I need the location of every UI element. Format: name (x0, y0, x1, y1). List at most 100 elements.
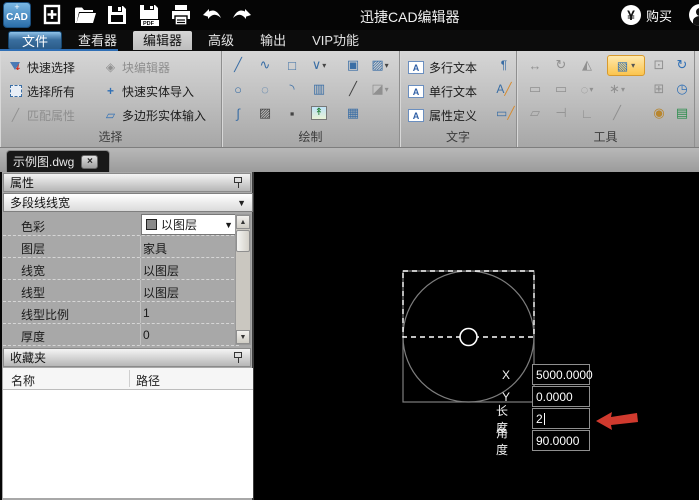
rectangle-icon[interactable]: □ (282, 55, 302, 75)
block-editor-icon: ◈ (105, 60, 116, 74)
color-swatch (146, 219, 157, 230)
singleline-text-button[interactable]: A 单行文本 (408, 79, 477, 103)
prop-row-color: 色彩 以图层 ▼ (3, 214, 239, 236)
ribbon-group-select: ↯ 快速选择 选择所有 ╱ 匹配属性 ◈ 块编辑器 + 快速实体导入 ▱ 多边形… (0, 51, 222, 147)
x-input[interactable]: 5000.0000 (532, 364, 593, 385)
group-label-draw: 绘制 (298, 130, 323, 144)
scrollbar-thumb[interactable] (236, 230, 250, 252)
fillet-icon: ∟ (580, 105, 594, 121)
favorites-col-name[interactable]: 名称 (11, 372, 35, 389)
multiline-text-icon: A (408, 60, 424, 74)
hatch-icon[interactable]: ▨ (255, 103, 275, 123)
yen-icon: ¥ (620, 5, 641, 25)
polyline-icon[interactable]: ∨ ▾ (309, 55, 329, 75)
scroll-up-icon[interactable]: ▲ (236, 215, 250, 229)
region-icon[interactable]: ▨ ▾ (370, 55, 390, 75)
properties-scrollbar[interactable]: ▲ ▼ (235, 214, 251, 345)
menu-output[interactable]: 输出 (250, 31, 296, 50)
multiline-text-button[interactable]: A 多行文本 (408, 55, 477, 79)
buy-button[interactable]: ¥ 购买 (620, 4, 672, 26)
pin-icon[interactable] (233, 351, 244, 364)
image-icon[interactable]: ↟ (309, 103, 329, 123)
rotate-icon: ↻ (555, 57, 567, 72)
favorites-column-headers: 名称 路径 (3, 368, 253, 390)
user-account-icon[interactable] (689, 4, 699, 26)
chamfer-icon: ╱ (613, 105, 621, 120)
render-icon[interactable]: ◉ (649, 103, 669, 123)
undo-icon[interactable] (200, 3, 226, 27)
edit-attribute-icon[interactable]: ▭╱ (496, 106, 515, 122)
group-label-tools: 工具 (593, 130, 618, 144)
sync-icon[interactable]: ↻ (672, 55, 692, 75)
ellipse-icon[interactable]: ◌ (255, 79, 275, 99)
line-icon[interactable]: ╱ (228, 55, 248, 75)
brush-icon: ╱ (11, 108, 20, 122)
menu-editor[interactable]: 编辑器 (133, 31, 193, 50)
plus-icon: + (106, 84, 114, 98)
redo-icon[interactable] (228, 3, 254, 27)
length-input[interactable]: 2 (532, 408, 590, 429)
clip-icon: ◪ ▾ (371, 81, 389, 96)
menu-advanced[interactable]: 高级 (198, 31, 244, 50)
chevron-down-icon: ▼ (224, 219, 233, 230)
tab-close-icon[interactable]: × (81, 154, 99, 169)
match-properties-button: ╱ 匹配属性 (8, 103, 75, 127)
library-icon[interactable]: ▤ (672, 103, 692, 123)
prop-row-thickness: 厚度 0 (3, 324, 239, 346)
group-label-select: 选择 (98, 130, 123, 144)
red-arrow-annotation (596, 412, 638, 430)
text-scale-icon[interactable]: ¶ (496, 58, 512, 74)
paste-icon: ▭ (528, 81, 542, 96)
document-tab[interactable]: 示例图.dwg × (6, 150, 110, 172)
color-dropdown[interactable]: 以图层 ▼ (141, 214, 238, 235)
mirror-icon: ◭ (582, 57, 592, 72)
drawing-canvas[interactable]: X 5000.0000 Y 0.0000 长度 2 角度 90.0000 (254, 172, 699, 500)
circle-icon[interactable]: ○ (228, 79, 248, 99)
new-file-icon[interactable] (40, 3, 66, 27)
menu-file[interactable]: 文件 (8, 31, 63, 50)
lengthen-icon: ▱ (530, 105, 540, 120)
angle-input[interactable]: 90.0000 (532, 430, 590, 451)
attribute-define-button[interactable]: A 属性定义 (408, 103, 477, 127)
point-icon[interactable]: ▪ (282, 103, 302, 123)
properties-header: 属性 (3, 173, 251, 192)
pin-icon[interactable] (233, 176, 244, 189)
favorites-header: 收藏夹 (3, 348, 251, 367)
edit-text-icon[interactable]: A╱ (496, 82, 512, 98)
paste-special-icon: ▭ (554, 81, 568, 96)
prop-row-ltscale: 线型比例 1 (3, 302, 239, 324)
left-panel: 属性 多段线线宽 ▼ 色彩 以图层 ▼ 图层 家具 线宽 以图层 线型 以图层 … (0, 172, 254, 500)
quick-select-button[interactable]: ↯ 快速选择 (8, 55, 75, 79)
favorites-col-path[interactable]: 路径 (136, 372, 160, 389)
sketch-icon[interactable]: ∿ (255, 55, 275, 75)
favorites-list[interactable] (3, 390, 253, 498)
table-icon[interactable]: ▦ (343, 103, 363, 123)
history-icon[interactable]: ◷ (672, 79, 692, 99)
copy-entity-icon[interactable]: ▥ (309, 79, 329, 99)
select-all-button[interactable]: 选择所有 (8, 79, 75, 103)
arc-icon[interactable]: ◝ (282, 79, 302, 99)
save-icon[interactable] (104, 3, 130, 27)
ribbon-group-tools: ↔ ↻ ◭ ▧ ▾ ⊡ ↻ ▭ ▭ ◌ ▾ ∗ ▾ ⊞ ◷ ▱ ⊣ ∟ ╱ ◉ ▤ 工… (517, 51, 695, 147)
polygon-entity-input-button[interactable]: ▱ 多边形实体输入 (103, 103, 206, 127)
menu-vip[interactable]: VIP功能 (302, 31, 369, 50)
y-input[interactable]: 0.0000 (532, 386, 590, 407)
property-type-dropdown[interactable]: 多段线线宽 ▼ (3, 193, 253, 212)
scroll-down-icon[interactable]: ▼ (236, 330, 250, 344)
print-icon[interactable] (168, 3, 194, 27)
quick-entity-import-button[interactable]: + 快速实体导入 (103, 79, 206, 103)
app-title: 迅捷CAD编辑器 (360, 9, 460, 25)
svg-text:PDF: PDF (143, 21, 155, 27)
spline-icon[interactable]: ∫ (228, 103, 248, 123)
logo-text: CAD (6, 12, 28, 23)
prop-row-lineweight: 线宽 以图层 (3, 258, 239, 280)
selection-mode-button[interactable]: ▧ ▾ (607, 55, 645, 76)
center-grip (459, 327, 478, 347)
insert-block-icon[interactable]: ▣ (343, 55, 363, 75)
open-file-icon[interactable] (72, 3, 98, 27)
menu-viewer[interactable]: 查看器 (68, 31, 127, 50)
save-as-pdf-icon[interactable]: PDF (136, 3, 162, 27)
gradient-icon[interactable]: ╱ (343, 79, 363, 99)
selection-box-icon (8, 84, 23, 99)
drawing-content (402, 270, 638, 430)
